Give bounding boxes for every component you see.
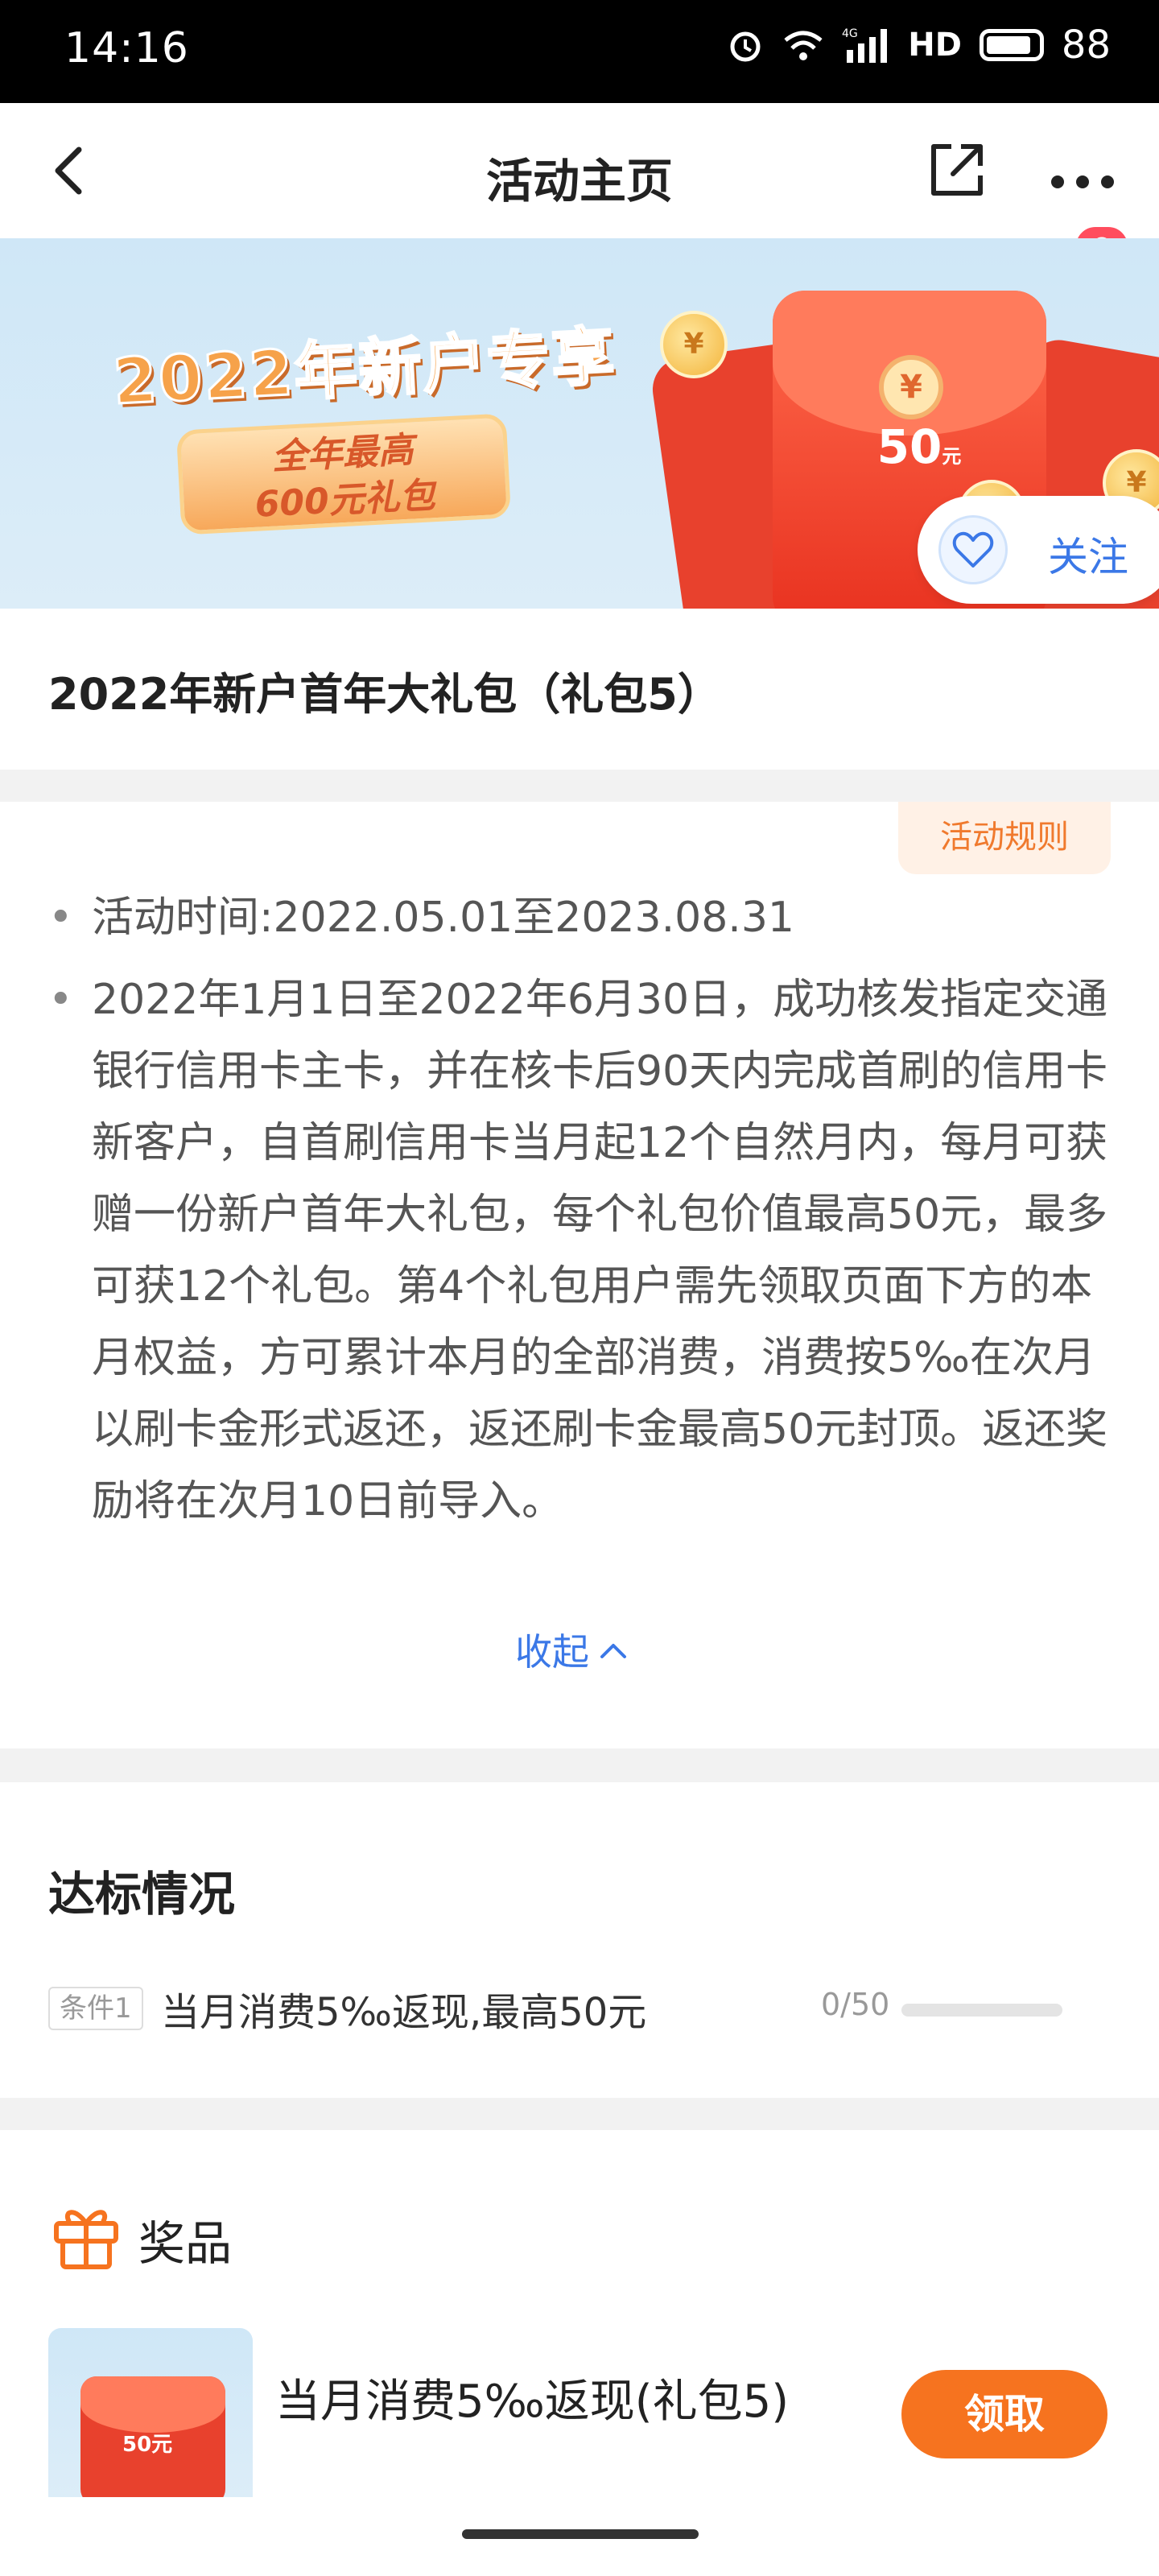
more-dots-icon <box>1051 175 1114 188</box>
banner-tag: 全年最高 600元礼包 <box>175 413 512 535</box>
campaign-title-card: 2022年新户首年大礼包（礼包5） <box>0 609 1159 770</box>
envelope-amount-value: 50 <box>876 419 942 474</box>
thumb-amount: 50元 <box>122 2433 173 2457</box>
share-external-icon <box>931 144 983 196</box>
follow-button[interactable]: 关注 <box>918 496 1159 604</box>
status-icons: 4G HD 88 <box>726 23 1111 68</box>
bullet: • <box>48 894 73 942</box>
envelope-amount: 50元 <box>863 419 975 474</box>
progress-title: 达标情况 <box>48 1867 236 1922</box>
condition-label: 当月消费5‰返现,最高50元 <box>161 1990 647 2035</box>
heart-icon <box>938 515 1008 584</box>
wifi-icon <box>784 31 823 60</box>
rule-time-item: • 活动时间:2022.05.01至2023.08.31 <box>48 882 1111 954</box>
collapse-label: 收起 <box>515 1630 589 1674</box>
chevron-up-icon <box>600 1644 626 1658</box>
svg-text:4G: 4G <box>842 27 858 40</box>
battery-icon <box>979 29 1044 61</box>
envelope-amount-unit: 元 <box>942 445 962 468</box>
more-button[interactable] <box>1046 143 1119 200</box>
collapse-button[interactable]: 收起 <box>515 1623 629 1676</box>
progress-card: 达标情况 条件1 当月消费5‰返现,最高50元 0/50 <box>0 1782 1159 2098</box>
nav-header: 活动主页 8 <box>0 103 1159 269</box>
campaign-title: 2022年新户首年大礼包（礼包5） <box>48 669 721 720</box>
bullet: • <box>48 976 73 1024</box>
prize-thumbnail: 50元 <box>48 2328 253 2497</box>
prize-name: 当月消费5‰返现(礼包5) <box>275 2376 790 2428</box>
envelope-yuan-icon: ¥ <box>879 355 943 419</box>
rules-button[interactable]: 活动规则 <box>898 802 1111 874</box>
condition-progress-bar <box>901 2004 1062 2017</box>
rules-card: 活动规则 • 活动时间:2022.05.01至2023.08.31 • 2022… <box>0 802 1159 1748</box>
alarm-icon <box>730 31 761 62</box>
prize-card: 奖品 50元 当月消费5‰返现(礼包5) 领取 <box>0 2130 1159 2576</box>
status-time: 14:16 <box>64 24 189 72</box>
banner-headline: 2022年新户专享 <box>110 319 619 420</box>
condition-count: 0/50 <box>821 1987 890 2022</box>
signal-icon: 4G <box>842 27 888 63</box>
battery-level: 88 <box>1061 23 1111 68</box>
rule-description-text: 2022年1月1日至2022年6月30日，成功核发指定交通银行信用卡主卡，并在核… <box>92 976 1108 1525</box>
rule-time-text: 活动时间:2022.05.01至2023.08.31 <box>92 894 794 942</box>
status-bar: 14:16 4G HD 88 <box>0 0 1159 103</box>
follow-label: 关注 <box>1048 534 1128 580</box>
thumb-envelope-flap <box>80 2376 225 2433</box>
rule-description-item: • 2022年1月1日至2022年6月30日，成功核发指定交通银行信用卡主卡，并… <box>48 964 1111 1538</box>
claim-button[interactable]: 领取 <box>901 2370 1107 2458</box>
prize-heading: 奖品 <box>138 2216 233 2271</box>
coin-icon: ¥ <box>660 311 728 378</box>
home-indicator[interactable] <box>462 2529 699 2539</box>
hd-indicator: HD <box>908 27 962 64</box>
gift-icon <box>54 2210 118 2269</box>
share-button[interactable] <box>922 137 990 204</box>
condition-tag: 条件1 <box>48 1987 143 2030</box>
